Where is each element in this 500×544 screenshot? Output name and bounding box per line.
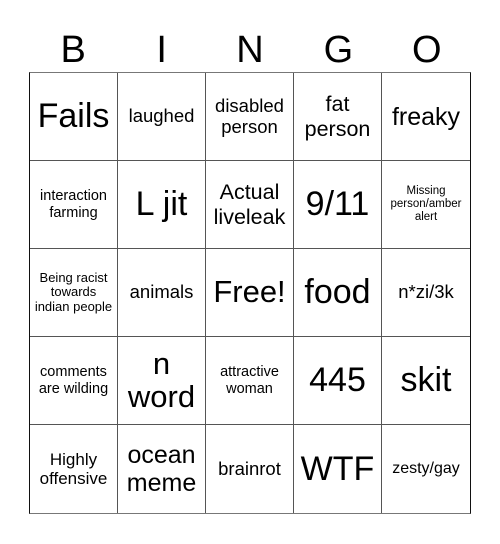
header-letter-g: G (323, 29, 354, 71)
bingo-cell[interactable]: animals (118, 249, 206, 337)
bingo-cell[interactable]: Highly offensive (30, 425, 118, 513)
bingo-cell[interactable]: Being racist towards indian people (30, 249, 118, 337)
bingo-cell[interactable]: WTF (294, 425, 382, 513)
bingo-board: Fails laughed disabled person fat person… (29, 72, 471, 514)
header-letter-n: N (236, 29, 264, 71)
bingo-cell[interactable]: freaky (382, 73, 470, 161)
bingo-cell[interactable]: ocean meme (118, 425, 206, 513)
bingo-cell[interactable]: Actual liveleak (206, 161, 294, 249)
header-letter-b: B (60, 29, 86, 71)
bingo-header: B I N G O (29, 28, 471, 72)
bingo-cell[interactable]: attractive woman (206, 337, 294, 425)
bingo-cell[interactable]: comments are wilding (30, 337, 118, 425)
bingo-cell[interactable]: disabled person (206, 73, 294, 161)
bingo-cell[interactable]: food (294, 249, 382, 337)
free-space-cell[interactable]: Free! (206, 249, 294, 337)
header-letter-i: I (156, 29, 167, 71)
bingo-cell[interactable]: 445 (294, 337, 382, 425)
bingo-cell[interactable]: zesty/gay (382, 425, 470, 513)
bingo-cell[interactable]: fat person (294, 73, 382, 161)
bingo-cell[interactable]: interaction farming (30, 161, 118, 249)
bingo-cell[interactable]: skit (382, 337, 470, 425)
bingo-cell[interactable]: Missing person/amber alert (382, 161, 470, 249)
bingo-cell[interactable]: n word (118, 337, 206, 425)
bingo-cell[interactable]: laughed (118, 73, 206, 161)
bingo-cell[interactable]: brainrot (206, 425, 294, 513)
bingo-cell[interactable]: 9/11 (294, 161, 382, 249)
bingo-cell[interactable]: n*zi/3k (382, 249, 470, 337)
bingo-cell[interactable]: Fails (30, 73, 118, 161)
header-letter-o: O (412, 29, 442, 71)
bingo-cell[interactable]: L jit (118, 161, 206, 249)
